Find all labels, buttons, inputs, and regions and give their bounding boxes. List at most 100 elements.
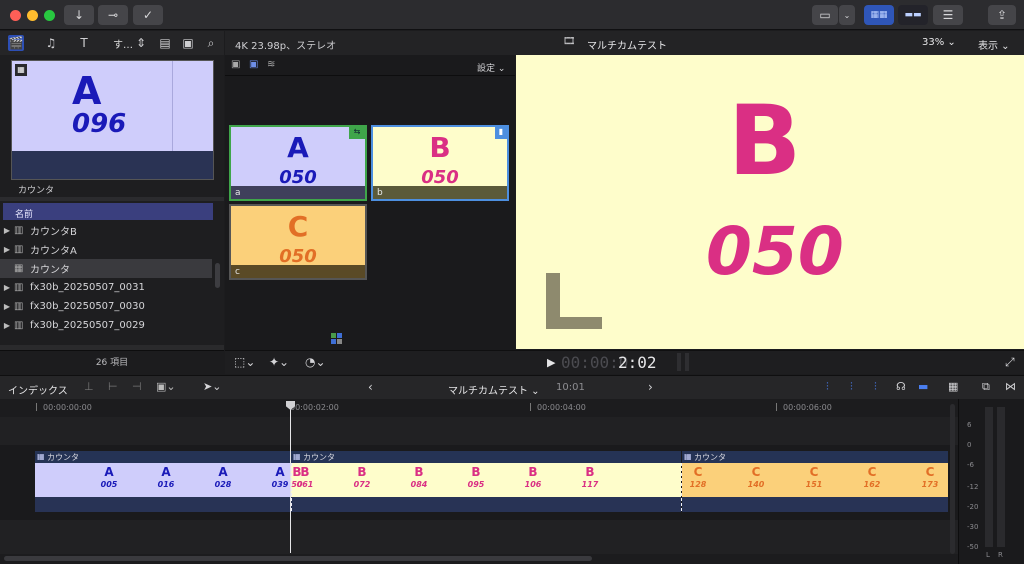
- video-audio-switch-icon[interactable]: ▣: [231, 59, 240, 70]
- view-menu[interactable]: 表示 ⌄: [978, 37, 1010, 52]
- browser-list-item[interactable]: ▶ ▥ カウンタB: [0, 221, 212, 240]
- browser-list-item-label: カウンタB: [30, 227, 77, 238]
- photos-audio-icon[interactable]: ♫: [43, 35, 59, 51]
- browser-toggle-button[interactable]: ▦▦: [864, 5, 894, 25]
- filmstrip-view-icon[interactable]: ▣: [180, 35, 196, 51]
- browser-splitter[interactable]: [0, 197, 224, 201]
- disclosure-triangle-icon[interactable]: ▶: [0, 321, 14, 330]
- browser-scrollbar[interactable]: [215, 263, 220, 288]
- viewer-number: 050: [706, 213, 844, 290]
- transform-icon[interactable]: ⬚⌄: [234, 355, 255, 369]
- zoom-window-button[interactable]: [44, 10, 55, 21]
- history-back-icon[interactable]: ‹: [368, 380, 373, 394]
- effects-browser-icon[interactable]: ⧉: [982, 380, 990, 394]
- angle-number: 050: [421, 167, 459, 188]
- ruler-tick-label: 00:00:02:00: [290, 403, 339, 412]
- timeline-clip[interactable]: カウンタ ▦ A 005 A 016 A 028 A 039: [35, 451, 290, 512]
- workspace-menu-button[interactable]: ⌄: [839, 5, 855, 25]
- titles-generators-icon[interactable]: T: [76, 35, 92, 51]
- browser-list-item[interactable]: ▶ ▥ fx30b_20250507_0030: [0, 297, 212, 316]
- keywords-button[interactable]: ⊸: [98, 5, 128, 25]
- browser-list-item[interactable]: ▦ カウンタ: [0, 259, 212, 278]
- angle-b[interactable]: B 050 b ▮: [371, 125, 509, 201]
- angle-letter: A: [287, 131, 309, 164]
- share-button[interactable]: ⇪: [988, 5, 1016, 25]
- filmstrip-frame: C 151: [805, 465, 823, 489]
- insert-clip-icon[interactable]: ⊢: [108, 380, 118, 393]
- filmstrip-frame: B 084: [410, 465, 428, 489]
- clip-title: カウンタ: [35, 451, 290, 463]
- append-clip-icon[interactable]: ⊣: [132, 380, 142, 393]
- format-label: 4K 23.98p、ステレオ: [235, 41, 337, 52]
- close-window-button[interactable]: [10, 10, 21, 21]
- settings-menu[interactable]: 設定 ⌄: [477, 61, 505, 74]
- filter-popup[interactable]: す…: [113, 36, 133, 51]
- search-icon[interactable]: ⌕: [203, 35, 219, 51]
- history-forward-icon[interactable]: ›: [648, 380, 653, 394]
- connect-clip-icon[interactable]: ⊥: [84, 380, 94, 393]
- divider: [225, 75, 515, 76]
- column-header-name[interactable]: 名前: [3, 203, 213, 220]
- timeline-toggle-button[interactable]: ▬▬: [898, 5, 928, 25]
- snapping-icon[interactable]: ▬: [918, 380, 928, 393]
- playhead[interactable]: [290, 401, 291, 553]
- edit-point[interactable]: [681, 463, 682, 511]
- meter-scale-label: -12: [967, 483, 979, 491]
- angle-bank-icon[interactable]: [331, 333, 343, 345]
- browser-list-item[interactable]: ▶ ▥ fx30b_20250507_0031: [0, 278, 212, 297]
- solo-icon[interactable]: ⫶: [874, 380, 877, 394]
- angle-a[interactable]: A 050 a ⇆: [229, 125, 367, 201]
- viewer-canvas[interactable]: B 050: [516, 55, 1024, 349]
- video-scope-icon[interactable]: ⫶: [826, 380, 829, 394]
- angle-c[interactable]: C 050 c: [229, 204, 367, 280]
- clip-appearance-icon[interactable]: ▦: [948, 380, 958, 393]
- disclosure-triangle-icon[interactable]: ▶: [0, 283, 14, 292]
- magic-wand-icon[interactable]: ✦⌄: [269, 355, 289, 369]
- timeline-toolbar: インデックス ⊥ ⊢ ⊣ ▣⌄ ➤⌄ ‹ マルチカムテスト ⌄ 10:01 › …: [0, 375, 1024, 399]
- timeline-vertical-scrollbar[interactable]: [950, 404, 955, 554]
- headphones-icon[interactable]: ☊: [896, 380, 906, 393]
- timeline-scroll-area: [0, 554, 958, 564]
- filmstrip-frame: C 173: [921, 465, 939, 489]
- timeline-clip[interactable]: カウンタ ▦ C 128 C 140 C 151 C 162 C 173: [682, 451, 948, 512]
- workspace-button[interactable]: ▭: [812, 5, 838, 25]
- title-bar: ↓ ⊸ ✓ ▭ ⌄ ▦▦ ▬▬ ☰ ⇪: [0, 0, 1024, 30]
- angle-label: b: [373, 186, 507, 199]
- browser-list-item[interactable]: ▶ ▥ カウンタA: [0, 240, 212, 259]
- transitions-browser-icon[interactable]: ⋈: [1005, 380, 1016, 393]
- disclosure-triangle-icon[interactable]: ▶: [0, 226, 14, 235]
- timecode-display[interactable]: 2:02: [618, 353, 657, 372]
- speed-gauge-icon[interactable]: ◔⌄: [305, 355, 326, 369]
- browser-list-item[interactable]: ▶ ▥ fx30b_20250507_0029: [0, 316, 212, 335]
- audio-only-switch-icon[interactable]: ≋: [267, 59, 275, 70]
- filmstrip-frame: C 128: [689, 465, 707, 489]
- disclosure-triangle-icon[interactable]: ▶: [0, 302, 14, 311]
- libraries-icon[interactable]: 🎬: [8, 35, 24, 51]
- minimize-window-button[interactable]: [27, 10, 38, 21]
- angle-viewer: ▣ ▣ ≋ 設定 ⌄ A 050 a ⇆ B 050 b ▮ C 050 c: [225, 55, 515, 350]
- play-icon[interactable]: ▶: [547, 356, 555, 369]
- chevron-down-icon: ⌄: [843, 10, 851, 20]
- index-button[interactable]: インデックス: [8, 382, 68, 397]
- fullscreen-icon[interactable]: ⤢: [1005, 355, 1015, 370]
- clip-appearance-icon[interactable]: ▤: [157, 35, 173, 51]
- background-tasks-button[interactable]: ✓: [133, 5, 163, 25]
- download-icon: ↓: [73, 8, 85, 22]
- overwrite-clip-icon[interactable]: ▣⌄: [156, 380, 176, 393]
- inspector-toggle-button[interactable]: ☰: [933, 5, 963, 25]
- meter-scale-label: -20: [967, 503, 979, 511]
- video-only-switch-icon[interactable]: ▣: [249, 59, 258, 70]
- import-button[interactable]: ↓: [64, 5, 94, 25]
- updown-chevron-icon[interactable]: ⇕: [133, 35, 149, 51]
- disclosure-triangle-icon[interactable]: ▶: [0, 245, 14, 254]
- timeline-clip[interactable]: カウンタ ▦ B 50 B 061 B 072 B 084 B 095 B 106 B 117: [291, 451, 681, 512]
- clip-title: カウンタ: [682, 451, 948, 463]
- audio-skimming-icon[interactable]: ⫶: [850, 380, 853, 394]
- timeline-horizontal-scrollbar[interactable]: [4, 556, 592, 561]
- zoom-menu[interactable]: 33% ⌄: [922, 37, 956, 48]
- edit-point[interactable]: [291, 463, 292, 511]
- timeline-project-menu[interactable]: マルチカムテスト ⌄: [448, 382, 540, 397]
- timeline-ruler[interactable]: 00:00:00:00 00:00:02:00 00:00:04:00 00:0…: [0, 399, 958, 417]
- select-tool-icon[interactable]: ➤⌄: [203, 380, 221, 393]
- multicam-thumbnail[interactable]: ▦ A 096: [11, 60, 214, 180]
